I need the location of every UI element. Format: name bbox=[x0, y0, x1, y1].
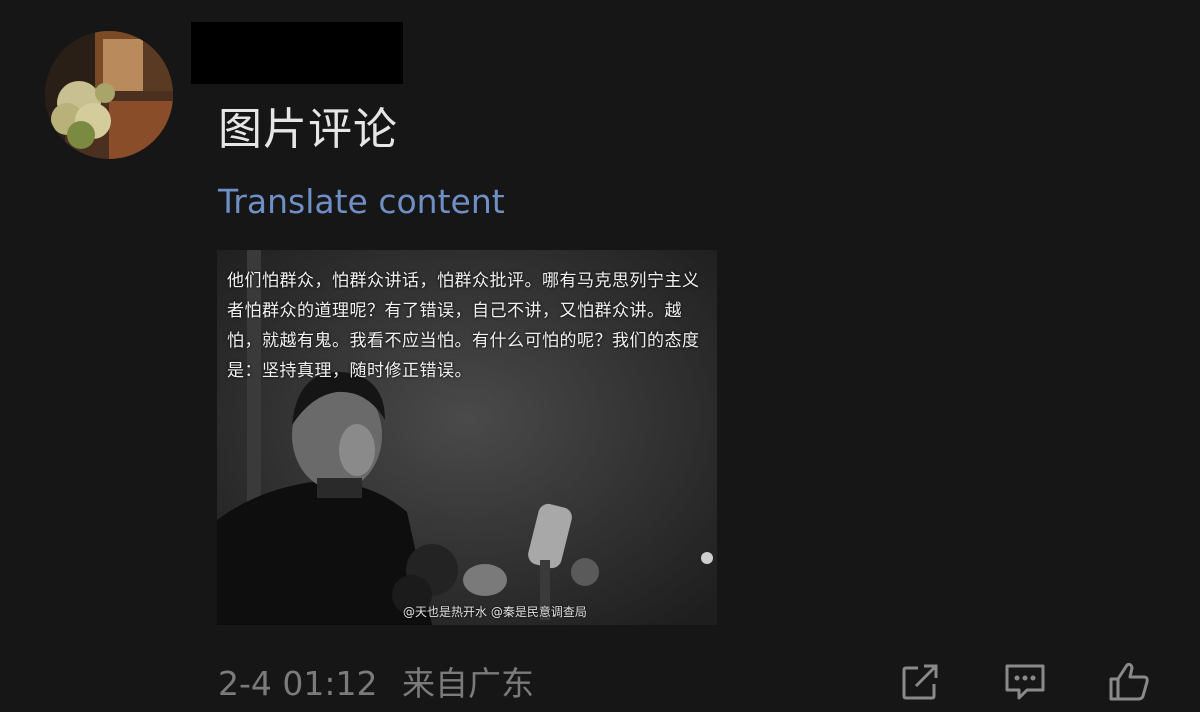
share-icon bbox=[902, 664, 938, 700]
location: 来自广东 bbox=[402, 664, 534, 703]
comment-icon bbox=[1005, 664, 1045, 700]
comment-text: 图片评论 bbox=[218, 104, 398, 155]
comment-image[interactable]: 他们怕群众，怕群众讲话，怕群众批评。哪有马克思列宁主义者怕群众的道理呢？有了错误… bbox=[217, 250, 717, 625]
share-button[interactable] bbox=[898, 660, 944, 704]
avatar[interactable] bbox=[45, 31, 173, 159]
translate-content-link[interactable]: Translate content bbox=[218, 178, 505, 226]
timestamp: 2-4 01:12 bbox=[218, 664, 378, 703]
image-quote-text: 他们怕群众，怕群众讲话，怕群众批评。哪有马克思列宁主义者怕群众的道理呢？有了错误… bbox=[227, 271, 700, 381]
redacted-username bbox=[191, 22, 403, 84]
comment-meta: 2-4 01:12 来自广东 bbox=[218, 660, 534, 708]
like-button[interactable] bbox=[1106, 660, 1152, 704]
comment-card: 图片评论 Translate content 他们怕群众，怕群众讲话，怕群众批评… bbox=[0, 0, 1200, 712]
image-watermark: @天也是热开水 @秦是民意调查局 bbox=[403, 605, 587, 619]
comment-button[interactable] bbox=[1002, 660, 1048, 704]
thumbs-up-icon bbox=[1109, 662, 1149, 701]
